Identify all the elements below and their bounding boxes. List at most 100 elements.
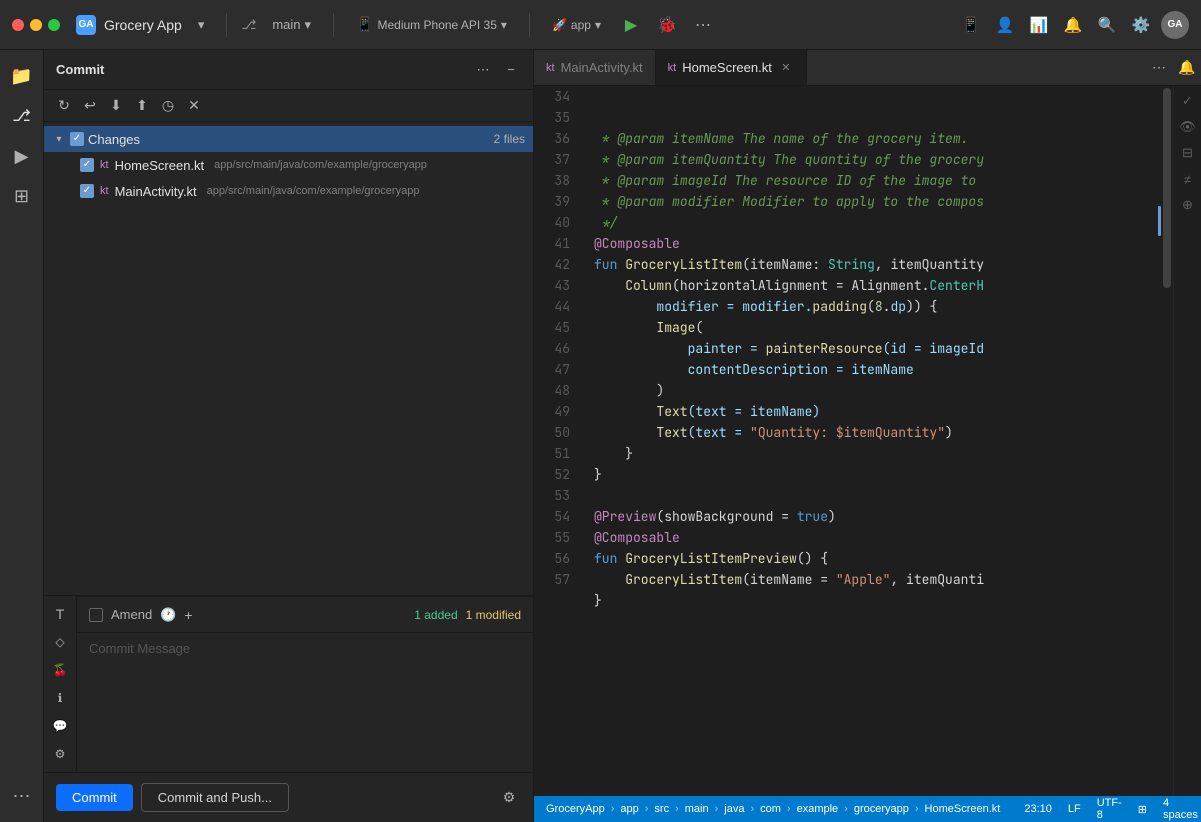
settings-small-icon: ⚙ (55, 747, 66, 761)
more-options-btn[interactable]: ⋯ (689, 11, 717, 39)
scrollbar-thumb[interactable] (1163, 88, 1171, 288)
panel-options-btn[interactable]: ⋯ (473, 60, 493, 80)
file-row[interactable]: ✓ kt MainActivity.kt app/src/main/java/c… (44, 178, 533, 204)
editor-tabs-more-btn[interactable]: ⋯ (1145, 54, 1173, 82)
cherry-pick-btn[interactable]: 🍒 (48, 658, 72, 682)
expand-icon: ▾ (52, 132, 66, 146)
breadcrumb-item[interactable]: HomeScreen.kt (921, 803, 1005, 815)
tag-btn[interactable]: ◇ (48, 630, 72, 654)
file-path-homescreen: app/src/main/java/com/example/groceryapp (214, 159, 427, 171)
device-manager-btn[interactable]: 📱 (957, 11, 985, 39)
gutter (1158, 86, 1161, 796)
tag-icon: ◇ (55, 635, 64, 649)
refresh-btn[interactable]: ↻ (52, 94, 76, 118)
preview-btn[interactable]: 👁 (1177, 116, 1199, 138)
traffic-lights (12, 19, 60, 31)
panel-minimize-btn[interactable]: − (501, 60, 521, 80)
close-window-btn[interactable] (12, 19, 24, 31)
checkmark-btn[interactable]: ✓ (1177, 90, 1199, 112)
info-btn[interactable]: ℹ (48, 686, 72, 710)
breadcrumb-item[interactable]: com (756, 803, 785, 815)
commit-and-push-btn[interactable]: Commit and Push... (141, 783, 289, 812)
ellipsis-icon: ⋯ (477, 62, 490, 78)
gutter-marker (1158, 206, 1161, 236)
breadcrumb-separator: › (715, 803, 719, 815)
cherry-pick-icon: 🍒 (53, 663, 68, 677)
changes-checkbox[interactable]: ✓ (70, 132, 84, 146)
app-icon-badge: GA (76, 15, 96, 35)
file-checkbox-homescreen[interactable]: ✓ (80, 158, 94, 172)
changes-header-row[interactable]: ▾ ✓ Changes 2 files (44, 126, 533, 152)
run-btn[interactable]: ▶ (617, 11, 645, 39)
more-activity-icon: ⋯ (13, 786, 31, 807)
search-everywhere-btn[interactable]: 🔍 (1093, 11, 1121, 39)
minimize-window-btn[interactable] (30, 19, 42, 31)
breadcrumb-item[interactable]: GroceryApp (542, 803, 609, 815)
profiler-btn[interactable]: 📊 (1025, 11, 1053, 39)
device-selector-btn[interactable]: 📱 Medium Phone API 35 ▾ (348, 12, 515, 37)
activity-run-debug-btn[interactable]: ▶ (4, 138, 40, 174)
settings-btn[interactable]: ⚙️ (1127, 11, 1155, 39)
code-content[interactable]: * @param itemName The name of the grocer… (578, 86, 1158, 796)
amend-add-btn[interactable]: + (184, 607, 192, 623)
fetch-btn[interactable]: ⬇ (104, 94, 128, 118)
comment-btn[interactable]: 💬 (48, 714, 72, 738)
title-bar-right: 📱 👤 📊 🔔 🔍 ⚙️ GA (957, 11, 1189, 39)
activity-project-btn[interactable]: 📁 (4, 58, 40, 94)
diff-btn[interactable]: ≠ (1177, 168, 1199, 190)
indent-indicator[interactable]: ⊞ (1134, 803, 1151, 816)
tab-label-homescreen: HomeScreen.kt (682, 60, 772, 75)
encoding-indicator[interactable]: UTF-8 (1093, 797, 1126, 821)
expand-code-btn[interactable]: ⊕ (1177, 194, 1199, 216)
info-icon: ℹ (58, 691, 63, 705)
emulator-btn[interactable]: 👤 (991, 11, 1019, 39)
push-toolbar-btn[interactable]: ⬆ (130, 94, 154, 118)
tab-close-homescreen[interactable]: ✕ (778, 60, 794, 76)
breadcrumb-item[interactable]: app (616, 803, 642, 815)
diff-icon: ≠ (1184, 172, 1191, 187)
close-panel-btn[interactable]: ✕ (182, 94, 206, 118)
logcat-btn[interactable]: 🔔 (1059, 11, 1087, 39)
position-indicator[interactable]: 23:10 (1020, 803, 1056, 815)
file-row[interactable]: ✓ kt HomeScreen.kt app/src/main/java/com… (44, 152, 533, 178)
editor-notifications-btn[interactable]: 🔔 (1173, 54, 1201, 82)
amend-clock-btn[interactable]: 🕐 (160, 607, 176, 623)
line-ending-indicator[interactable]: LF (1064, 803, 1085, 815)
format-text-btn[interactable]: T (48, 602, 72, 626)
activity-more-btn[interactable]: ⋯ (4, 778, 40, 814)
breadcrumb-item[interactable]: java (720, 803, 748, 815)
commit-message-input[interactable] (89, 641, 521, 764)
file-checkbox-mainactivity[interactable]: ✓ (80, 184, 94, 198)
breadcrumb: GroceryApp›app›src›main›java›com›example… (542, 803, 1004, 815)
breadcrumb-separator: › (787, 803, 791, 815)
maximize-window-btn[interactable] (48, 19, 60, 31)
commit-btn[interactable]: Commit (56, 784, 133, 811)
undo-icon: ↩ (84, 97, 96, 114)
breadcrumb-item[interactable]: main (681, 803, 713, 815)
undo-btn[interactable]: ↩ (78, 94, 102, 118)
split-icon: ⊟ (1182, 145, 1193, 161)
tab-homescreen[interactable]: kt HomeScreen.kt ✕ (656, 50, 807, 85)
indent-icon: ⊞ (1138, 803, 1147, 816)
amend-checkbox[interactable] (89, 608, 103, 622)
activity-extensions-btn[interactable]: ⊞ (4, 178, 40, 214)
file-type-icon-homescreen: kt (100, 159, 109, 171)
app-menu-btn[interactable]: ▾ (190, 13, 213, 37)
history-btn[interactable]: ◷ (156, 94, 180, 118)
commit-settings-btn[interactable]: ⚙ (497, 786, 521, 810)
app-target-btn[interactable]: 🚀 app ▾ (544, 14, 609, 36)
breadcrumb-item[interactable]: example (793, 803, 843, 815)
user-avatar-btn[interactable]: GA (1161, 11, 1189, 39)
editor-scrollbar[interactable] (1161, 86, 1173, 796)
settings-small-btn[interactable]: ⚙ (48, 742, 72, 766)
activity-source-control-btn[interactable]: ⎇ (4, 98, 40, 134)
split-view-btn[interactable]: ⊟ (1177, 142, 1199, 164)
position-text: 23:10 (1024, 803, 1052, 815)
branch-selector-btn[interactable]: main ▾ (264, 13, 319, 37)
breadcrumb-item[interactable]: src (650, 803, 673, 815)
breadcrumb-item[interactable]: groceryapp (850, 803, 913, 815)
debug-btn[interactable]: 🐞 (653, 11, 681, 39)
tab-mainactivity[interactable]: kt MainActivity.kt (534, 50, 656, 85)
indentation-selector[interactable]: 4 spaces (1159, 797, 1201, 821)
source-control-icon: ⎇ (12, 106, 30, 126)
